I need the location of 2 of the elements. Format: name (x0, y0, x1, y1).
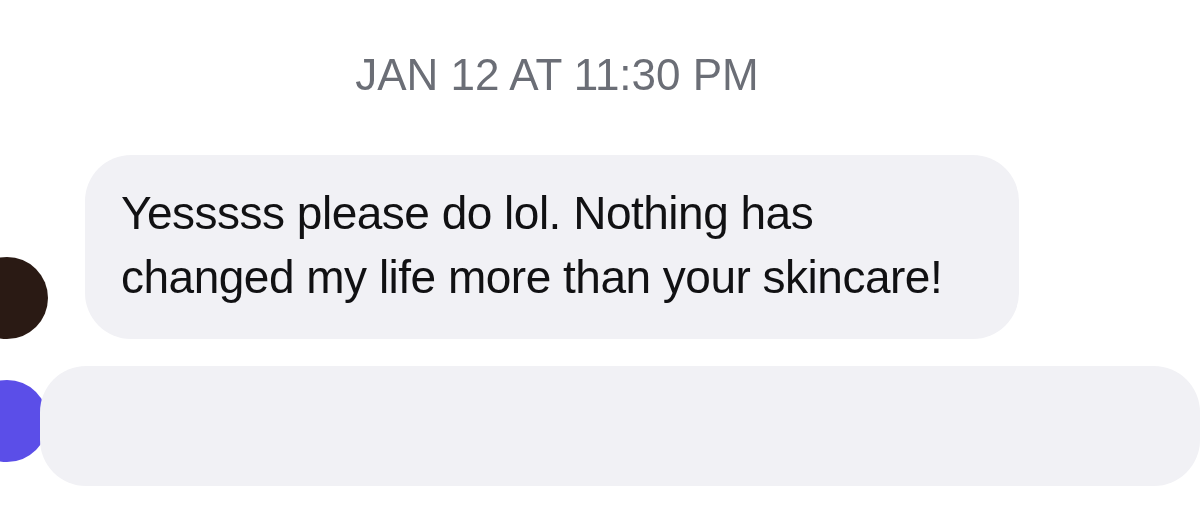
message-bubble: Yesssss please do lol. Nothing has changed my life more than your skincare! (85, 155, 1019, 339)
timestamp: JAN 12 AT 11:30 PM (355, 49, 759, 101)
